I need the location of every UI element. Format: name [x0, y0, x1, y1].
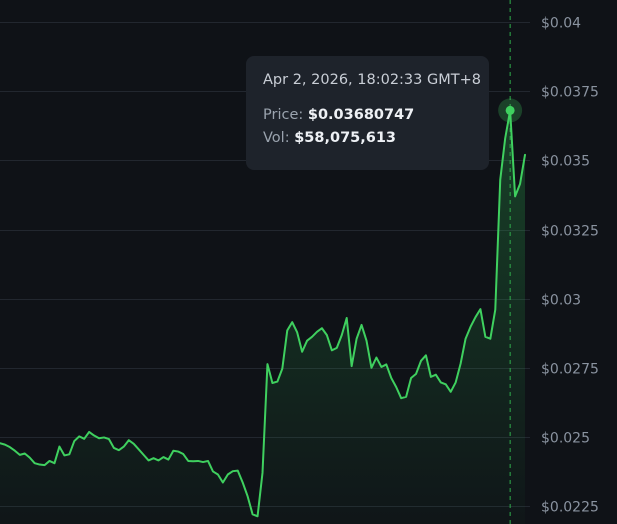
- tooltip-price-row: Price: $0.03680747: [263, 107, 473, 123]
- y-tick-label: $0.04: [541, 16, 581, 32]
- tooltip-vol-value: $58,075,613: [294, 130, 397, 146]
- tooltip-price-value: $0.03680747: [307, 107, 415, 123]
- y-tick-label: $0.035: [541, 154, 590, 170]
- y-axis-labels: $0.04 $0.0375 $0.035 $0.0325 $0.03 $0.0275 $0.…: [541, 16, 599, 516]
- y-tick-label: $0.0225: [541, 500, 599, 516]
- price-chart[interactable]: $0.04 $0.0375 $0.035 $0.0325 $0.03 $0.0275 $0.…: [0, 0, 617, 524]
- y-tick-label: $0.025: [541, 431, 590, 447]
- tooltip-date: Apr 2, 2026, 18:02:33 GMT+8: [263, 72, 481, 88]
- tooltip-vol-label: Vol:: [263, 130, 290, 146]
- tooltip-vol-row: Vol: $58,075,613: [263, 130, 473, 146]
- y-tick-label: $0.03: [541, 293, 581, 309]
- y-tick-label: $0.0275: [541, 362, 599, 378]
- hover-point[interactable]: [505, 105, 515, 115]
- price-tooltip: Apr 2, 2026, 18:02:33 GMT+8 Price: $0.03…: [246, 56, 489, 170]
- y-tick-label: $0.0375: [541, 85, 599, 101]
- tooltip-price-label: Price:: [263, 107, 304, 123]
- y-tick-label: $0.0325: [541, 224, 599, 240]
